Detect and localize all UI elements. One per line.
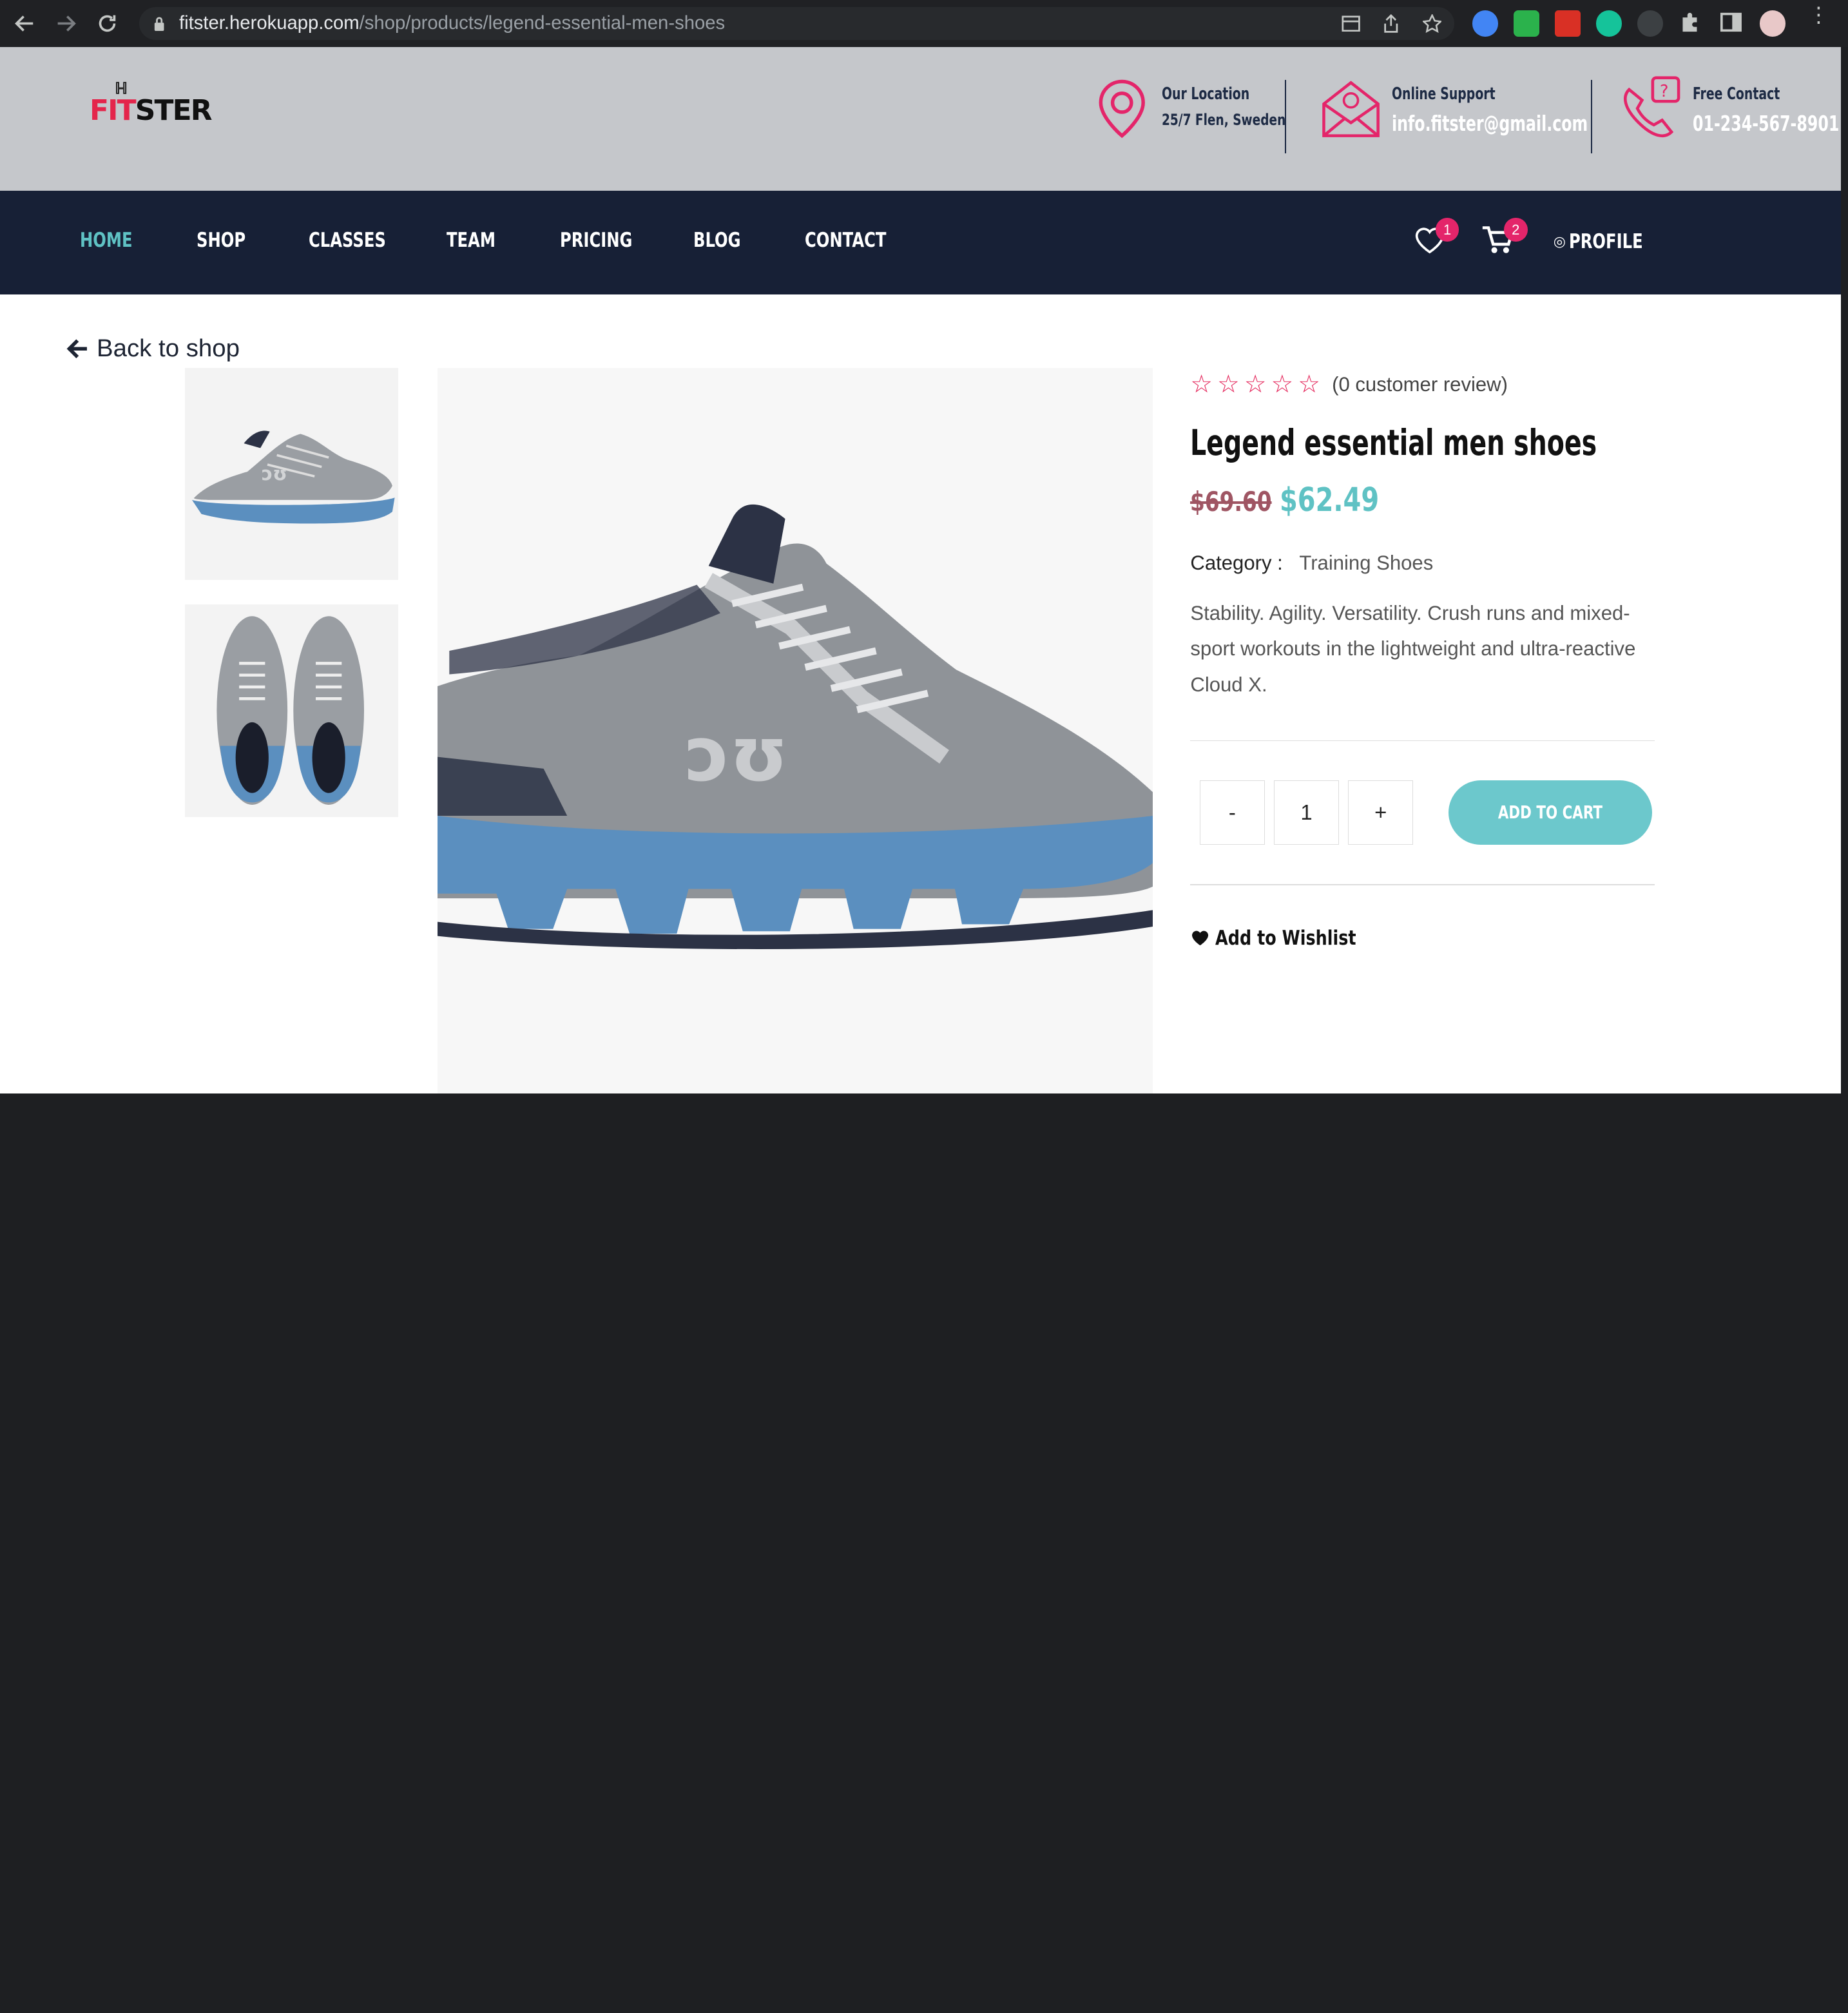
extension-icon[interactable] [1637,10,1663,37]
profile-link[interactable]: ◎ PROFILE [1554,230,1664,253]
extension-icon[interactable] [1472,10,1498,37]
avatar[interactable] [1759,10,1786,37]
nav-shop[interactable]: SHOP [197,229,245,252]
svg-text:ɔʊ: ɔʊ [685,710,788,798]
site-logo[interactable]: ⫿-⫿ FITSTER [90,80,213,127]
star-empty-icon[interactable]: ☆ [1217,370,1239,399]
product-thumbnail-top[interactable] [185,604,399,817]
divider [1591,80,1593,153]
more-menu-icon[interactable]: ⋮ [1808,5,1829,26]
forward-arrow-icon[interactable] [53,10,79,36]
location-value: 25/7 Flen, Sweden [1162,110,1286,129]
location-title: Our Location [1162,84,1250,104]
cart-count-badge: 2 [1503,218,1528,242]
product-main-image: ɔʊ [437,367,1153,1094]
share-icon[interactable] [1383,14,1400,33]
star-empty-icon[interactable]: ☆ [1244,370,1266,399]
location-info: Our Location 25/7 Flen, Sweden [1162,75,1321,160]
back-arrow-icon[interactable] [12,10,37,36]
nav-classes[interactable]: CLASSES [309,229,386,252]
lock-icon [154,17,164,31]
divider [1284,80,1286,153]
quantity-input[interactable]: 1 [1274,780,1339,845]
product-description: Stability. Agility. Versatility. Crush r… [1190,601,1636,697]
support-title: Online Support [1392,84,1496,104]
nav-contact[interactable]: CONTACT [805,229,886,252]
grammarly-icon[interactable] [1595,10,1622,37]
sale-price: $62.49 [1280,481,1380,520]
nav-blog[interactable]: BLOG [693,229,741,252]
old-price: $69.60 [1190,485,1272,517]
divider [1190,740,1655,742]
puzzle-icon[interactable] [1679,12,1700,33]
quantity-decrease-button[interactable]: - [1200,780,1265,845]
side-panel-icon[interactable] [1720,12,1742,33]
nav-team[interactable]: TEAM [447,229,496,252]
svg-text:ɔʊ: ɔʊ [262,462,287,484]
add-to-cart-button[interactable]: ADD TO CART [1448,780,1653,845]
web-page: ⫿-⫿ FITSTER Our Location 25/7 Flen, Swed… [0,47,1842,1094]
back-to-shop-link[interactable]: Back to shop [66,334,240,363]
divider [1190,883,1655,885]
wishlist-count-badge: 1 [1435,218,1459,242]
contact-info: Free Contact 01-234-567-8901 [1693,75,1841,160]
address-bar[interactable]: fitster.herokuapp.com/shop/products/lege… [139,6,1455,41]
nav-pricing[interactable]: PRICING [560,229,632,252]
support-email[interactable]: info.fitster@gmail.com [1392,111,1588,136]
rating-stars: ☆ ☆ ☆ ☆ ☆ (0 customer review) [1190,370,1508,399]
heart-icon [1192,930,1209,946]
email-envelope-icon [1322,81,1380,137]
shoe-image: ɔʊ [437,504,1153,949]
browser-window: fitster.herokuapp.com/shop/products/lege… [0,0,1848,1101]
wishlist-label: Add to Wishlist [1215,926,1356,950]
add-to-cart-label: ADD TO CART [1498,802,1603,823]
shield-extension-icon[interactable] [1513,10,1539,37]
tab-search-icon[interactable] [1341,15,1360,32]
contact-title: Free Contact [1692,84,1780,104]
user-icon: ◎ [1553,233,1566,249]
nav-home[interactable]: HOME [80,229,133,252]
category-value[interactable]: Training Shoes [1299,552,1433,574]
phone-icon: ? [1623,76,1680,138]
profile-label: PROFILE [1569,229,1644,253]
bookmark-star-icon[interactable] [1422,14,1441,34]
product-title: Legend essential men shoes [1190,421,1597,463]
category-label: Category : [1190,552,1283,574]
star-empty-icon[interactable]: ☆ [1298,370,1320,399]
browser-toolbar: fitster.herokuapp.com/shop/products/lege… [0,0,1848,48]
extension-icon[interactable] [1554,10,1581,37]
product-category: Category : Training Shoes [1190,552,1433,575]
location-pin-icon [1099,79,1145,138]
reload-icon[interactable] [94,10,120,36]
dumbbell-icon: ⫿-⫿ [115,80,126,96]
star-empty-icon[interactable]: ☆ [1190,370,1212,399]
url-text: fitster.herokuapp.com/shop/products/lege… [179,13,726,34]
review-count: (0 customer review) [1332,372,1508,396]
main-nav: HOME SHOP CLASSES TEAM PRICING BLOG CONT… [0,191,1842,295]
back-label: Back to shop [96,334,240,363]
site-topbar: ⫿-⫿ FITSTER Our Location 25/7 Flen, Swed… [0,47,1842,191]
arrow-left-icon [67,339,88,359]
add-to-wishlist-link[interactable]: Add to Wishlist [1190,927,1387,950]
svg-text:?: ? [1659,82,1668,101]
product-thumbnail-side[interactable]: ɔʊ [185,367,399,580]
quantity-increase-button[interactable]: + [1348,780,1414,845]
contact-phone[interactable]: 01-234-567-8901 [1693,111,1839,136]
star-empty-icon[interactable]: ☆ [1271,370,1293,399]
